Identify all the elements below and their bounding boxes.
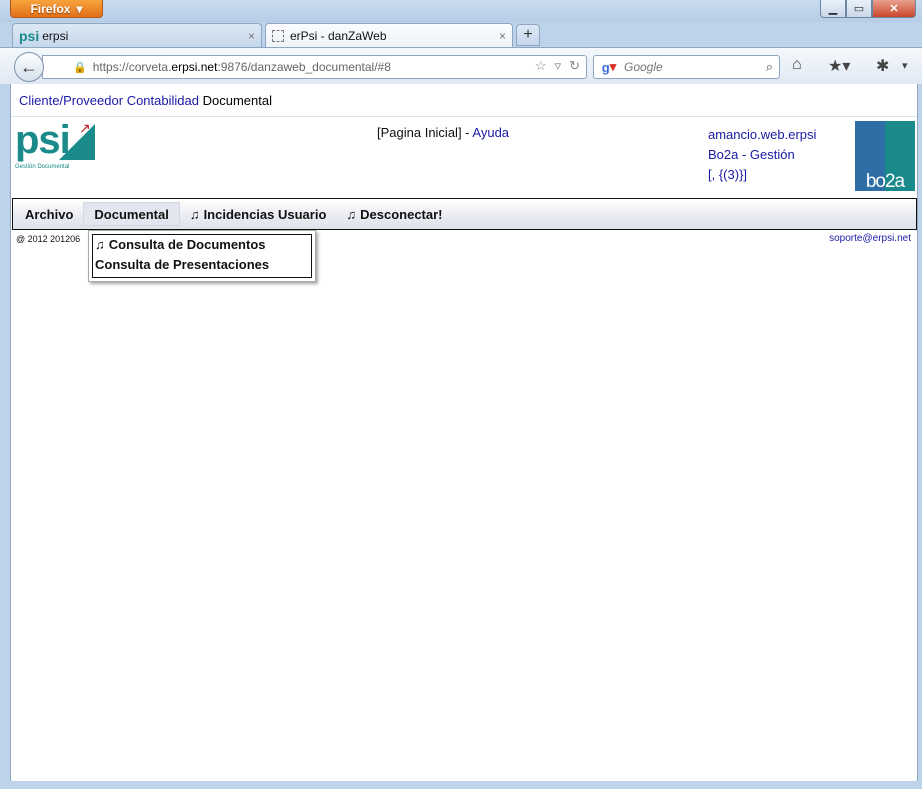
bo2a-logo-text: bo2a bbox=[865, 171, 905, 191]
menu-archivo[interactable]: Archivo bbox=[15, 202, 83, 226]
url-bar[interactable]: 🔒 https://corveta. erpsi.net:9876/danzawe… bbox=[42, 55, 587, 79]
dropdown-item-consulta-documentos[interactable]: ♫ Consulta de Documentos bbox=[93, 235, 311, 255]
psi-favicon-icon: psi bbox=[19, 27, 40, 44]
dropdown-item-label: Consulta de Documentos bbox=[108, 237, 266, 252]
menu-desconectar[interactable]: ♫ Desconectar! bbox=[336, 202, 452, 226]
ayuda-link[interactable]: Ayuda bbox=[472, 125, 509, 140]
header-divider bbox=[11, 116, 917, 117]
user-link[interactable]: amancio.web.erpsi bbox=[708, 125, 816, 145]
logo-arrow-icon: ↗ bbox=[79, 120, 91, 136]
menu-label: Documental bbox=[94, 206, 169, 222]
search-bar[interactable]: g▾ ⌕ bbox=[593, 55, 780, 79]
menu-label: Archivo bbox=[25, 206, 74, 222]
menu-label: Desconectar! bbox=[360, 206, 443, 222]
copyright-text: @ 2012 201206 bbox=[16, 234, 81, 244]
logo-tagline: Gestión Documental bbox=[15, 164, 70, 170]
menu-incidencias-usuario[interactable]: ♫ Incidencias Usuario bbox=[180, 202, 337, 226]
url-host: erpsi.net bbox=[171, 60, 218, 74]
breadcrumb: Cliente/Proveedor Contabilidad Documenta… bbox=[19, 93, 272, 108]
search-icon[interactable]: ⌕ bbox=[766, 59, 773, 75]
back-arrow-icon: ← bbox=[20, 56, 38, 77]
nav-link-cliente-proveedor[interactable]: Cliente/Proveedor bbox=[19, 93, 123, 108]
home-icon[interactable]: ⌂ bbox=[792, 56, 802, 74]
tab-title: erPsi - danZaWeb bbox=[290, 28, 387, 43]
web-page: Cliente/Proveedor Contabilidad Documenta… bbox=[10, 84, 918, 781]
window-bottom-border bbox=[0, 781, 922, 789]
addon-icon[interactable]: ✱ bbox=[876, 56, 889, 76]
dropdown-item-label: Consulta de Presentaciones bbox=[95, 257, 270, 272]
bo2a-logo: bo2a bbox=[855, 121, 915, 191]
toolbar-overflow-icon[interactable]: ▾ bbox=[902, 59, 908, 72]
close-window-button[interactable]: ✕ bbox=[872, 0, 916, 18]
new-tab-button[interactable]: + bbox=[516, 24, 540, 46]
logo-text: psi bbox=[15, 118, 71, 162]
window-controls: ▁ ▭ ✕ bbox=[820, 0, 916, 18]
search-input[interactable] bbox=[624, 60, 744, 74]
pagina-inicial-link[interactable]: [Pagina Inicial] bbox=[377, 125, 462, 140]
link-separator: - bbox=[461, 125, 473, 140]
main-menu-bar: Archivo Documental ♫ Incidencias Usuario… bbox=[12, 198, 917, 230]
tab-erpsi[interactable]: psi erpsi × bbox=[12, 23, 262, 47]
dropdown-arrow-icon: ▾ bbox=[76, 1, 83, 16]
psi-logo: psi ↗ Gestión Documental bbox=[15, 120, 97, 176]
tab-title: erpsi bbox=[42, 28, 69, 43]
back-button[interactable]: ← bbox=[14, 52, 44, 82]
blank-page-icon bbox=[272, 29, 284, 42]
music-note-icon: ♫ bbox=[346, 206, 357, 222]
session-link[interactable]: [, {(3)}] bbox=[708, 165, 816, 185]
firefox-menu-button[interactable]: Firefox ▾ bbox=[10, 0, 103, 18]
music-note-icon: ♫ bbox=[189, 206, 200, 222]
reload-icon[interactable]: ↻ bbox=[569, 58, 580, 74]
user-info: amancio.web.erpsi Bo2a - Gestión [, {(3)… bbox=[708, 125, 816, 185]
company-link[interactable]: Bo2a - Gestión bbox=[708, 145, 816, 165]
navigation-toolbar: 🔒 https://corveta. erpsi.net:9876/danzawe… bbox=[0, 47, 922, 84]
url-prefix: https://corveta. bbox=[92, 60, 172, 74]
google-search-engine-icon[interactable]: g ▾ bbox=[594, 59, 624, 75]
tab-strip: psi erpsi × erPsi - danZaWeb × + bbox=[0, 22, 922, 47]
menu-documental[interactable]: Documental bbox=[83, 202, 180, 226]
music-note-icon: ♫ bbox=[95, 237, 105, 252]
history-dropdown-icon[interactable]: ▿ bbox=[555, 58, 562, 74]
tab-danzaweb[interactable]: erPsi - danZaWeb × bbox=[265, 23, 513, 47]
maximize-button[interactable]: ▭ bbox=[846, 0, 872, 18]
tab-close-icon[interactable]: × bbox=[248, 29, 255, 43]
bookmarks-menu-icon[interactable]: ★▾ bbox=[828, 56, 850, 76]
menu-label: Incidencias Usuario bbox=[203, 206, 327, 222]
url-path: :9876/danzaweb_documental/#8 bbox=[217, 60, 391, 74]
header-links: [Pagina Inicial] - Ayuda bbox=[377, 125, 509, 140]
nav-link-contabilidad[interactable]: Contabilidad bbox=[127, 93, 199, 108]
dropdown-item-consulta-presentaciones[interactable]: Consulta de Presentaciones bbox=[93, 255, 311, 275]
lock-icon: 🔒 bbox=[73, 61, 87, 74]
support-contact: soporte@erpsi.net bbox=[829, 233, 911, 244]
nav-current-documental: Documental bbox=[202, 93, 272, 108]
documental-dropdown-menu: ♫ Consulta de Documentos Consulta de Pres… bbox=[88, 230, 316, 282]
support-email-link[interactable]: soporte@erpsi.net bbox=[829, 233, 911, 244]
firefox-button-label: Firefox bbox=[30, 1, 71, 16]
tab-close-icon[interactable]: × bbox=[499, 29, 506, 43]
bookmark-star-icon[interactable]: ☆ bbox=[535, 58, 547, 74]
minimize-button[interactable]: ▁ bbox=[820, 0, 846, 18]
window-titlebar: Firefox ▾ ▁ ▭ ✕ bbox=[0, 0, 922, 22]
